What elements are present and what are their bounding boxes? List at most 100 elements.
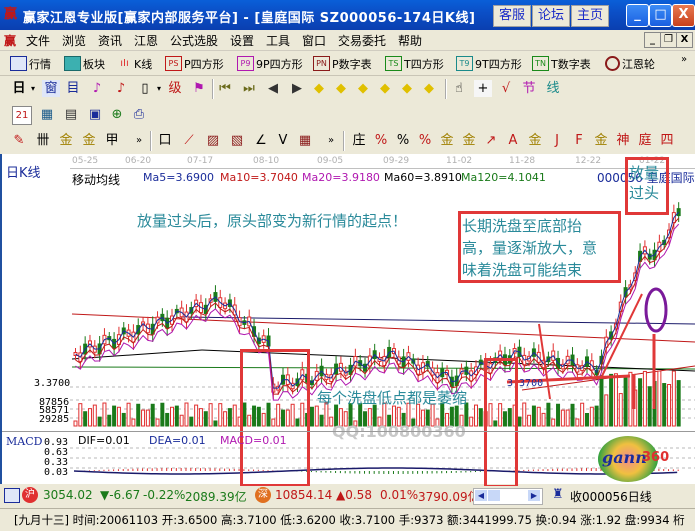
- next-icon[interactable]: ▶: [288, 80, 306, 97]
- zoom-out-icon[interactable]: ◆: [420, 80, 438, 97]
- compress-icon[interactable]: ◆: [376, 80, 394, 97]
- wave9-icon[interactable]: ♪: [112, 80, 130, 97]
- section-icon[interactable]: 节: [520, 80, 538, 97]
- pen-icon[interactable]: ✎: [10, 132, 28, 149]
- overflow-icon[interactable]: »: [130, 132, 148, 149]
- volume-bar: [541, 412, 546, 427]
- t-square-label: T四方形: [404, 57, 444, 71]
- zoom-in-icon[interactable]: ◆: [398, 80, 416, 97]
- 9p-square-button[interactable]: P9 9P四方形: [237, 55, 303, 72]
- mdi-restore-button[interactable]: ❐: [660, 32, 677, 48]
- angle-icon[interactable]: ∠: [252, 132, 270, 149]
- fan-lines-icon[interactable]: ⟋: [180, 132, 198, 149]
- volume-bar: [136, 403, 141, 427]
- save-icon[interactable]: ▣: [86, 106, 104, 123]
- menu-formula-screen[interactable]: 公式选股: [170, 32, 218, 49]
- crosshair-icon[interactable]: +: [474, 80, 492, 97]
- main-toolbar: 行情 板块 ıⅠı K线 PS P四方形 P9 9P四方形 PN P数字表 TS T四方形…: [0, 51, 695, 76]
- volume-bar: [198, 408, 203, 427]
- flag-icon[interactable]: ⚑: [190, 80, 208, 97]
- print-icon[interactable]: ⎙: [130, 106, 148, 123]
- mdi-close-button[interactable]: X: [676, 32, 693, 48]
- scroll-left-icon[interactable]: ◀: [475, 490, 487, 501]
- 9t-square-button[interactable]: T9 9T四方形: [456, 55, 522, 72]
- square-cross-icon[interactable]: ▧: [228, 132, 246, 149]
- customer-service-button[interactable]: 客服: [493, 5, 531, 27]
- maximize-button[interactable]: □: [649, 4, 672, 27]
- gold-lines-icon[interactable]: 金: [460, 132, 478, 149]
- kline-button[interactable]: ıⅠı K线: [117, 55, 152, 72]
- percent-icon[interactable]: %: [394, 132, 412, 149]
- box-icon[interactable]: 口: [156, 132, 174, 149]
- quotes-button[interactable]: 行情: [10, 55, 51, 72]
- gann-wheel-button[interactable]: 江恩轮: [605, 55, 655, 72]
- gold-icon[interactable]: 金: [57, 132, 75, 149]
- gold-icon[interactable]: 金: [526, 132, 544, 149]
- window-icon[interactable]: 窗: [42, 80, 60, 97]
- calculator-icon[interactable]: ▦: [38, 106, 56, 123]
- god-angle-icon[interactable]: 神: [614, 132, 632, 149]
- gold-icon[interactable]: 金: [80, 132, 98, 149]
- first-icon[interactable]: ⏮: [216, 80, 234, 97]
- sectors-button[interactable]: 板块: [64, 55, 105, 72]
- menu-file[interactable]: 文件: [26, 32, 50, 49]
- t-number-table-button[interactable]: TN T数字表: [532, 55, 591, 72]
- network-icon[interactable]: ⊕: [108, 106, 126, 123]
- menu-browse[interactable]: 浏览: [62, 32, 86, 49]
- line-draw-icon[interactable]: √: [497, 80, 515, 97]
- current-chart-label: 收000056日线: [570, 490, 652, 504]
- hand-icon[interactable]: ☝: [450, 80, 468, 97]
- expand-icon[interactable]: ◆: [354, 80, 372, 97]
- menu-trade[interactable]: 交易委托: [338, 32, 386, 49]
- four-angle-icon[interactable]: 四: [658, 132, 676, 149]
- gold-circle-icon[interactable]: 金: [438, 132, 456, 149]
- wave3-icon[interactable]: ♪: [88, 80, 106, 97]
- p-square-button[interactable]: PS P四方形: [165, 55, 224, 72]
- grid-icon[interactable]: ▦: [296, 132, 314, 149]
- menu-tools[interactable]: 工具: [266, 32, 290, 49]
- scroll-right-icon[interactable]: ▶: [528, 490, 540, 501]
- menu-news[interactable]: 资讯: [98, 32, 122, 49]
- toolbar-overflow-button[interactable]: »: [675, 51, 693, 68]
- mdi-minimize-button[interactable]: _: [644, 32, 661, 48]
- homepage-button[interactable]: 主页: [571, 5, 609, 27]
- volume-bar: [522, 402, 527, 427]
- last-icon[interactable]: ⏭: [240, 80, 258, 97]
- percent-lines-icon[interactable]: %: [416, 132, 434, 149]
- f-angle-icon[interactable]: F: [570, 132, 588, 149]
- menu-settings[interactable]: 设置: [230, 32, 254, 49]
- level-icon[interactable]: 级: [166, 80, 184, 97]
- kline-chart[interactable]: 日K线 05-25 06-20 07-17 08-10 09-05 09-29 …: [0, 154, 695, 488]
- scroll-thumb[interactable]: [488, 490, 500, 501]
- triangle-icon[interactable]: A: [504, 132, 522, 149]
- minimize-button[interactable]: _: [626, 4, 649, 27]
- gold-angle-icon[interactable]: 金: [592, 132, 610, 149]
- v-line-icon[interactable]: V: [274, 132, 292, 149]
- chevron-down-icon[interactable]: ▾: [24, 80, 42, 97]
- overflow-icon[interactable]: »: [322, 132, 340, 149]
- quotes-grid-icon[interactable]: [4, 488, 20, 503]
- close-button[interactable]: X: [672, 4, 695, 27]
- calendar-icon[interactable]: 21: [12, 106, 32, 125]
- line-style-icon[interactable]: 线: [544, 80, 562, 97]
- menu-gann[interactable]: 江恩: [134, 32, 158, 49]
- shift-left-icon[interactable]: ◆: [310, 80, 328, 97]
- j-angle-icon[interactable]: J: [548, 132, 566, 149]
- shift-right-icon[interactable]: ◆: [332, 80, 350, 97]
- table-icon[interactable]: 庄: [350, 132, 368, 149]
- notes-icon[interactable]: ▤: [62, 106, 80, 123]
- square-fan-icon[interactable]: ▨: [204, 132, 222, 149]
- list-icon[interactable]: 目: [64, 80, 82, 97]
- fan-icon[interactable]: 甲: [103, 132, 121, 149]
- t-square-button[interactable]: TS T四方形: [385, 55, 444, 72]
- arrow-icon[interactable]: ↗: [482, 132, 500, 149]
- grid-lines-icon[interactable]: 卌: [34, 132, 52, 149]
- prev-icon[interactable]: ◀: [264, 80, 282, 97]
- menu-help[interactable]: 帮助: [398, 32, 422, 49]
- menu-window[interactable]: 窗口: [302, 32, 326, 49]
- percent-icon[interactable]: %: [372, 132, 390, 149]
- forum-button[interactable]: 论坛: [532, 5, 570, 27]
- index-scrollbar[interactable]: ◀ ▶: [473, 488, 543, 505]
- court-angle-icon[interactable]: 庭: [636, 132, 654, 149]
- p-number-table-button[interactable]: PN P数字表: [313, 55, 372, 72]
